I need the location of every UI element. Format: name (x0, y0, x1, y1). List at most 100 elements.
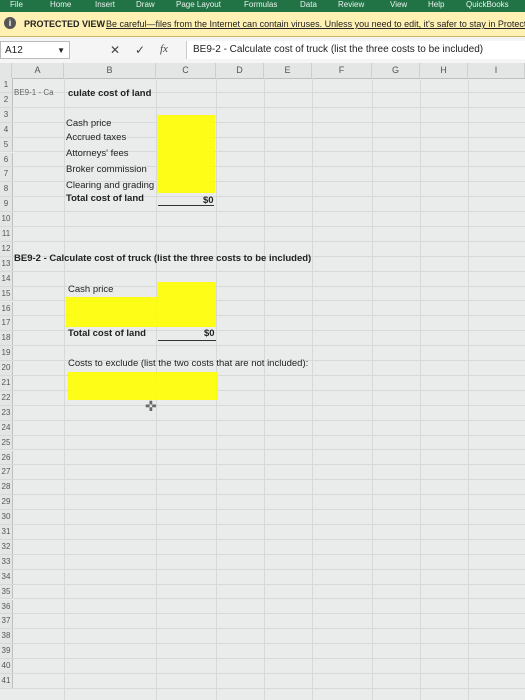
column-header-f[interactable]: F (312, 63, 372, 78)
sheet-row: 30 (0, 510, 525, 525)
chevron-down-icon[interactable]: ▼ (57, 42, 65, 60)
sheet-row: 27 (0, 465, 525, 481)
row-number[interactable]: 25 (0, 435, 13, 450)
tab-quickbooks[interactable]: QuickBooks (466, 0, 509, 10)
row-number[interactable]: 14 (0, 271, 13, 286)
sheet-row: 32 (0, 539, 525, 555)
tab-data[interactable]: Data (300, 0, 317, 10)
exclude-label: Costs to exclude (list the two costs tha… (68, 358, 309, 369)
cancel-icon[interactable]: ✕ (110, 43, 120, 57)
function-icon[interactable]: fx (160, 43, 168, 55)
tab-draw[interactable]: Draw (136, 0, 155, 10)
sheet-row: 38 (0, 629, 525, 645)
row-number[interactable]: 26 (0, 450, 13, 465)
row-number[interactable]: 29 (0, 495, 13, 510)
row-number[interactable]: 31 (0, 525, 13, 539)
row-number[interactable]: 36 (0, 599, 13, 614)
sheet-row: 24 (0, 420, 525, 436)
tab-page-layout[interactable]: Page Layout (176, 0, 221, 10)
row-number[interactable]: 20 (0, 361, 13, 375)
row-number[interactable]: 28 (0, 480, 13, 495)
row-number[interactable]: 15 (0, 286, 13, 301)
column-header-i[interactable]: I (468, 63, 525, 78)
column-header-a[interactable]: A (12, 63, 64, 78)
protected-view-message[interactable]: Be careful—files from the Internet can c… (106, 19, 525, 29)
row-number[interactable]: 18 (0, 331, 13, 346)
row-number[interactable]: 39 (0, 644, 13, 659)
row-number[interactable]: 17 (0, 316, 13, 331)
name-box[interactable]: A12 ▼ (0, 41, 70, 59)
sheet-row: 25 (0, 435, 525, 451)
row-number[interactable]: 5 (0, 137, 13, 152)
column-header-c[interactable]: C (156, 63, 216, 78)
row-number[interactable]: 24 (0, 420, 13, 435)
column-header-b[interactable]: B (64, 63, 156, 78)
sheet-row: 40 (0, 659, 525, 674)
tab-file[interactable]: File (10, 0, 23, 10)
row-number[interactable]: 11 (0, 227, 13, 241)
row-number[interactable]: 40 (0, 659, 13, 673)
column-header-d[interactable]: D (216, 63, 264, 78)
tab-home[interactable]: Home (50, 0, 71, 10)
be92-title: BE9-2 - Calculate cost of truck (list th… (14, 253, 312, 264)
row-number[interactable]: 22 (0, 390, 13, 405)
truck-cash-price: Cash price (68, 284, 114, 295)
sheet-row: 41 (0, 674, 525, 689)
protected-view-bar: i PROTECTED VIEW Be careful—files from t… (0, 12, 525, 37)
row-number[interactable]: 27 (0, 465, 13, 480)
column-header-h[interactable]: H (420, 63, 468, 78)
tab-view[interactable]: View (390, 0, 407, 10)
sheet-row: 33 (0, 554, 525, 570)
row-number[interactable]: 35 (0, 584, 13, 599)
land-item-attorneys-fees: Attorneys' fees (66, 148, 129, 159)
exclude-input-cells[interactable] (68, 372, 218, 400)
tab-review[interactable]: Review (338, 0, 364, 10)
row-number[interactable]: 10 (0, 212, 13, 226)
row-number[interactable]: 23 (0, 405, 13, 420)
row-number[interactable]: 37 (0, 614, 13, 629)
land-input-cells[interactable] (157, 115, 215, 193)
row-number[interactable]: 1 (0, 78, 13, 92)
tab-insert[interactable]: Insert (95, 0, 115, 10)
row-number[interactable]: 12 (0, 241, 13, 256)
row-number[interactable]: 7 (0, 167, 13, 182)
row-number[interactable]: 9 (0, 197, 13, 212)
truck-total-underline (158, 340, 216, 341)
row-number[interactable]: 32 (0, 539, 13, 554)
formula-input[interactable]: BE9-2 - Calculate cost of truck (list th… (186, 41, 525, 59)
truck-input-cells-left[interactable] (66, 297, 158, 327)
sheet-row: 28 (0, 480, 525, 496)
tab-formulas[interactable]: Formulas (244, 0, 277, 10)
row-number[interactable]: 41 (0, 674, 13, 688)
column-header-g[interactable]: G (372, 63, 420, 78)
sheet-row: 31 (0, 525, 525, 540)
row-number[interactable]: 38 (0, 629, 13, 644)
row-number[interactable]: 21 (0, 376, 13, 390)
land-item-broker-commission: Broker commission (66, 164, 147, 175)
row-number[interactable]: 2 (0, 92, 13, 107)
column-header-e[interactable]: E (264, 63, 312, 78)
land-total-value: $0 (203, 195, 214, 206)
truck-total-value: $0 (204, 328, 215, 339)
land-item-clearing-grading: Clearing and grading (66, 180, 155, 191)
row-number[interactable]: 33 (0, 554, 13, 569)
sheet-row: 37 (0, 614, 525, 630)
row-number[interactable]: 30 (0, 510, 13, 524)
truck-input-cells[interactable] (157, 282, 216, 327)
info-icon: i (4, 17, 16, 29)
sheet-row: 10 (0, 212, 525, 227)
land-total-label: Total cost of land (66, 193, 144, 204)
row-number[interactable]: 3 (0, 107, 13, 122)
row-number[interactable]: 13 (0, 256, 13, 271)
row-number[interactable]: 6 (0, 152, 13, 167)
row-number[interactable]: 19 (0, 346, 13, 361)
row-number[interactable]: 16 (0, 301, 13, 316)
be91-label: BE9-1 - Ca (14, 88, 54, 97)
land-item-accrued-taxes: Accrued taxes (66, 132, 127, 143)
row-number[interactable]: 34 (0, 569, 13, 584)
row-number[interactable]: 8 (0, 182, 13, 197)
tab-help[interactable]: Help (428, 0, 444, 10)
row-number[interactable]: 4 (0, 122, 13, 137)
sheet-row: 29 (0, 495, 525, 511)
enter-icon[interactable]: ✓ (135, 43, 145, 57)
